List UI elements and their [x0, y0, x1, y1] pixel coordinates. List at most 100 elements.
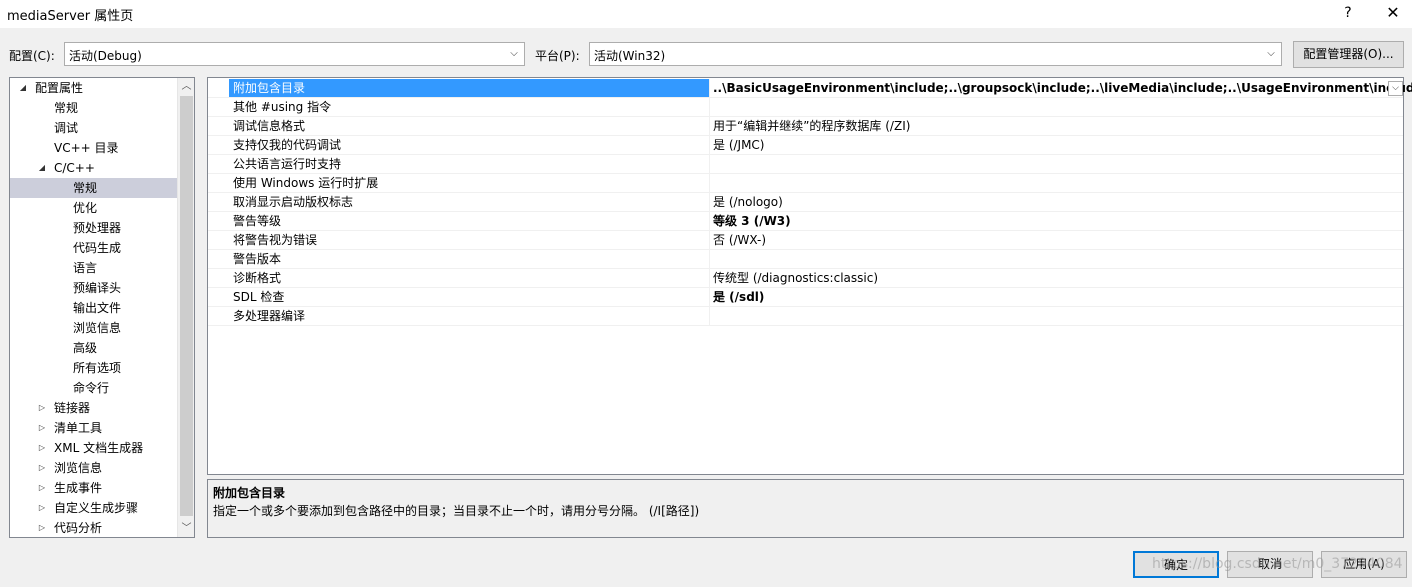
property-name: 使用 Windows 运行时扩展	[233, 176, 379, 190]
property-name: 其他 #using 指令	[233, 100, 332, 114]
property-row[interactable]: 将警告视为错误 否 (/WX-)	[208, 231, 1403, 250]
ok-button[interactable]: 确定	[1133, 551, 1219, 578]
cancel-button[interactable]: 取消	[1227, 551, 1313, 578]
property-value: 否 (/WX-)	[713, 233, 767, 247]
tree-item[interactable]: 所有选项	[10, 358, 177, 378]
title-bar: mediaServer 属性页 ? ✕	[0, 0, 1412, 28]
tree-item-label: 调试	[54, 121, 79, 135]
column-divider	[709, 174, 710, 193]
column-divider	[709, 250, 710, 269]
tree-item-label: 配置属性	[35, 81, 84, 95]
tree-item-label: 输出文件	[73, 301, 122, 315]
property-row[interactable]: 警告版本	[208, 250, 1403, 269]
property-value: 是 (/JMC)	[713, 138, 765, 152]
tree-item-label: 语言	[73, 261, 98, 275]
tree-item[interactable]: 语言	[10, 258, 177, 278]
tree-item[interactable]: 预编译头	[10, 278, 177, 298]
config-value: 活动(Debug)	[69, 49, 142, 63]
property-name: 支持仅我的代码调试	[233, 138, 342, 152]
property-row[interactable]: 附加包含目录 ..\BasicUsageEnvironment\include;.…	[208, 79, 1412, 98]
property-value[interactable]: ..\BasicUsageEnvironment\include;..\grou…	[713, 79, 1412, 97]
tree-item[interactable]: ▷ 浏览信息	[10, 458, 177, 478]
apply-button[interactable]: 应用(A)	[1321, 551, 1407, 578]
tree-item[interactable]: 优化	[10, 198, 177, 218]
property-name: 多处理器编译	[233, 309, 306, 323]
platform-dropdown[interactable]: 活动(Win32) ⌵	[589, 42, 1282, 66]
tree-item[interactable]: 预处理器	[10, 218, 177, 238]
property-row[interactable]: 公共语言运行时支持	[208, 155, 1403, 174]
column-divider	[709, 98, 710, 117]
property-value: 是 (/sdl)	[713, 290, 765, 304]
description-title: 附加包含目录	[213, 486, 286, 500]
tree-item[interactable]: ▷ 生成事件	[10, 478, 177, 498]
scroll-thumb[interactable]	[180, 96, 193, 516]
tree-item[interactable]: 浏览信息	[10, 318, 177, 338]
property-name: 将警告视为错误	[233, 233, 318, 247]
tree-item[interactable]: 调试	[10, 118, 177, 138]
collapse-arrow-icon[interactable]: ◢	[18, 78, 28, 98]
scroll-down-icon[interactable]: ﹀	[178, 520, 194, 537]
property-value: 等级 3 (/W3)	[713, 214, 791, 228]
config-dropdown[interactable]: 活动(Debug) ⌵	[64, 42, 525, 66]
expand-arrow-icon[interactable]: ▷	[37, 418, 47, 438]
tree-item[interactable]: 代码生成	[10, 238, 177, 258]
tree-item[interactable]: ▷ 清单工具	[10, 418, 177, 438]
tree-item[interactable]: ▷ 链接器	[10, 398, 177, 418]
config-manager-button[interactable]: 配置管理器(O)...	[1293, 41, 1404, 68]
property-row[interactable]: 调试信息格式 用于“编辑并继续”的程序数据库 (/ZI)	[208, 117, 1403, 136]
platform-label: 平台(P):	[535, 49, 580, 63]
property-row[interactable]: 使用 Windows 运行时扩展	[208, 174, 1403, 193]
tree-item-label: 代码分析	[54, 521, 103, 535]
config-label: 配置(C):	[9, 49, 55, 63]
expand-arrow-icon[interactable]: ▷	[37, 518, 47, 537]
tree-scrollbar[interactable]: ︿ ﹀	[177, 78, 194, 537]
collapse-arrow-icon[interactable]: ◢	[37, 158, 47, 178]
expand-arrow-icon[interactable]: ▷	[37, 478, 47, 498]
property-row[interactable]: 其他 #using 指令	[208, 98, 1403, 117]
chevron-down-icon[interactable]: ⌵	[1388, 81, 1403, 96]
tree-item[interactable]: 输出文件	[10, 298, 177, 318]
property-row[interactable]: 支持仅我的代码调试 是 (/JMC)	[208, 136, 1403, 155]
tree-item[interactable]: 常规	[10, 98, 177, 118]
column-divider	[709, 155, 710, 174]
tree-item[interactable]: VC++ 目录	[10, 138, 177, 158]
property-row[interactable]: 警告等级 等级 3 (/W3)	[208, 212, 1403, 231]
tree-item[interactable]: ▷ 自定义生成步骤	[10, 498, 177, 518]
chevron-down-icon: ⌵	[510, 48, 518, 59]
expand-arrow-icon[interactable]: ▷	[37, 498, 47, 518]
tree-item-label: 链接器	[54, 401, 91, 415]
property-row[interactable]: 多处理器编译	[208, 307, 1403, 326]
property-row[interactable]: 诊断格式 传统型 (/diagnostics:classic)	[208, 269, 1403, 288]
tree-item-label: 所有选项	[73, 361, 122, 375]
close-button[interactable]: ✕	[1378, 2, 1408, 24]
tree-item[interactable]: 常规	[10, 178, 177, 198]
description-text: 指定一个或多个要添加到包含路径中的目录；当目录不止一个时，请用分号分隔。 (/I…	[213, 504, 700, 518]
tree-item-label: VC++ 目录	[54, 141, 119, 155]
expand-arrow-icon[interactable]: ▷	[37, 458, 47, 478]
expand-arrow-icon[interactable]: ▷	[37, 438, 47, 458]
property-tree[interactable]: ◢ 配置属性 常规 调试 VC++ 目录 ◢ C/C++ 常规 优化 预处理器 代码生成 语言 预编译头…	[9, 77, 195, 538]
tree-item[interactable]: ▷ XML 文档生成器	[10, 438, 177, 458]
tree-item-label: 常规	[54, 101, 79, 115]
property-name: 诊断格式	[233, 271, 282, 285]
tree-item[interactable]: ▷ 代码分析	[10, 518, 177, 537]
property-value: 传统型 (/diagnostics:classic)	[713, 271, 878, 285]
column-divider	[709, 288, 710, 307]
property-name: 警告等级	[233, 214, 282, 228]
scroll-up-icon[interactable]: ︿	[178, 78, 194, 95]
tree-item[interactable]: 高级	[10, 338, 177, 358]
tree-item[interactable]: ◢ 配置属性	[10, 78, 177, 98]
expand-arrow-icon[interactable]: ▷	[37, 398, 47, 418]
column-divider	[709, 79, 710, 98]
help-button[interactable]: ?	[1333, 2, 1363, 24]
column-divider	[709, 269, 710, 288]
tree-item[interactable]: ◢ C/C++	[10, 158, 177, 178]
property-name: 公共语言运行时支持	[233, 157, 342, 171]
tree-item[interactable]: 命令行	[10, 378, 177, 398]
tree-item-label: 命令行	[73, 381, 110, 395]
property-row[interactable]: SDL 检查 是 (/sdl)	[208, 288, 1403, 307]
property-name: 取消显示启动版权标志	[233, 195, 354, 209]
property-row[interactable]: 取消显示启动版权标志 是 (/nologo)	[208, 193, 1403, 212]
tree-item-label: 优化	[73, 201, 98, 215]
column-divider	[709, 307, 710, 326]
